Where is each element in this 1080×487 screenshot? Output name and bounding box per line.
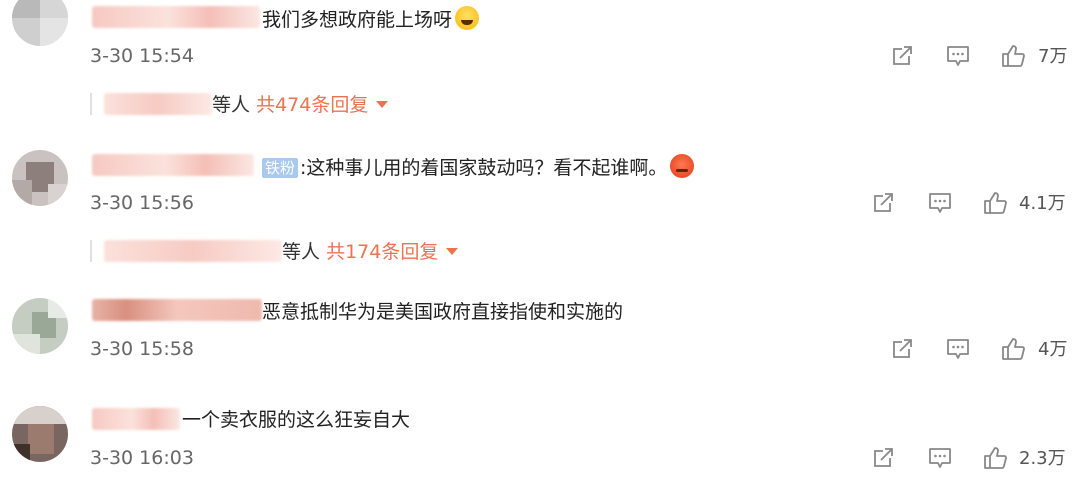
avatar[interactable] [12,406,68,462]
like-count: 7万 [1038,46,1068,67]
expand-caret-icon[interactable] [376,101,389,108]
like-icon[interactable] [1000,336,1026,362]
avatar[interactable] [12,150,68,206]
like-count: 4万 [1038,339,1068,360]
share-icon[interactable] [889,43,915,69]
replies-link[interactable]: 等人 共174条回复 [90,240,459,264]
comment-icon[interactable] [945,43,971,69]
comment-timestamp: 3-30 15:56 [90,192,194,214]
reply-divider [90,240,92,262]
username-redacted[interactable] [92,299,262,321]
comment-text: 一个卖衣服的这么狂妄自大 [182,408,410,432]
comment-icon[interactable] [927,445,953,471]
comment-body: 一个卖衣服的这么狂妄自大 [182,409,411,431]
angry-emoji-icon [670,154,695,178]
reply-count[interactable]: 共174条回复 [326,241,438,263]
share-icon[interactable] [870,190,896,216]
username-redacted[interactable] [92,6,260,28]
username-redacted[interactable] [92,408,180,430]
reply-users-redacted [104,93,212,115]
comment-icon[interactable] [927,190,953,216]
comment-body: 恶意抵制华为是美国政府直接指使和实施的 [262,301,624,323]
comment-body: :这种事儿用的着国家鼓动吗？看不起谁啊。 [300,157,668,179]
avatar[interactable] [12,298,68,354]
like-icon[interactable] [982,445,1008,471]
comment-timestamp: 3-30 15:54 [90,45,194,67]
reply-users-redacted [104,240,282,262]
comment-text: 我们多想政府能上场呀 [262,6,480,32]
replies-link[interactable]: 等人 共474条回复 [90,93,389,117]
username-redacted[interactable] [92,154,254,176]
like-count: 4.1万 [1019,193,1066,214]
reply-count[interactable]: 共474条回复 [256,94,368,116]
share-icon[interactable] [889,336,915,362]
laugh-cry-emoji-icon [455,6,480,30]
reply-divider [90,93,92,115]
like-icon[interactable] [1000,43,1026,69]
comment-icon[interactable] [945,336,971,362]
like-icon[interactable] [982,190,1008,216]
avatar[interactable] [12,0,68,46]
comment-timestamp: 3-30 15:58 [90,338,194,360]
reply-etc-label: 等人 [212,94,251,116]
fan-badge: 铁粉 [262,158,299,178]
comment-timestamp: 3-30 16:03 [90,447,194,469]
like-count: 2.3万 [1019,448,1066,469]
expand-caret-icon[interactable] [446,248,459,255]
share-icon[interactable] [870,445,896,471]
comment-body: 我们多想政府能上场呀 [262,9,453,31]
reply-etc-label: 等人 [282,241,321,263]
comment-text: 铁粉:这种事儿用的着国家鼓动吗？看不起谁啊。 [262,154,695,180]
comment-text: 恶意抵制华为是美国政府直接指使和实施的 [262,300,623,324]
